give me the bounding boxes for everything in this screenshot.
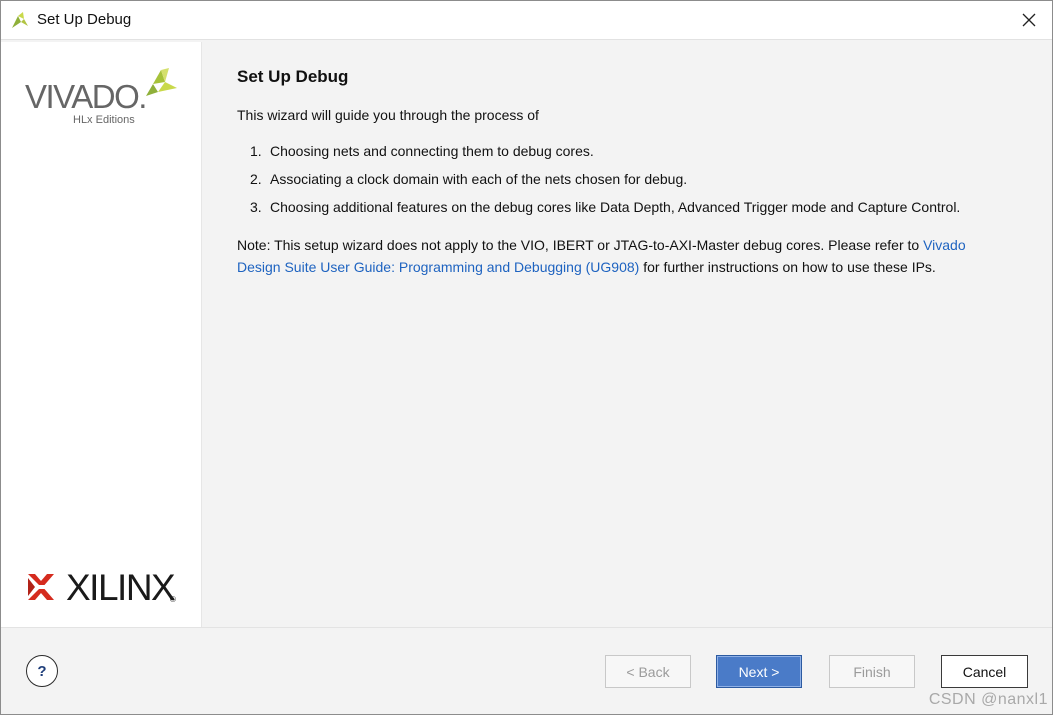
xilinx-logo: XILINX ®	[26, 567, 186, 608]
steps-list: 1. Choosing nets and connecting them to d…	[250, 143, 960, 227]
wizard-footer: ? < Back Next > Finish Cancel	[1, 627, 1052, 714]
vivado-logo-subtitle: HLx Editions	[73, 114, 135, 126]
help-button[interactable]: ?	[26, 655, 58, 687]
title-bar[interactable]: Set Up Debug	[1, 1, 1052, 40]
finish-button[interactable]: Finish	[829, 655, 915, 688]
wizard-window: Set Up Debug VIVADO. HLx Editions XILINX…	[0, 0, 1053, 715]
list-item: 3. Choosing additional features on the de…	[250, 199, 961, 215]
list-item: 2. Associating a clock domain with each o…	[250, 171, 688, 187]
back-button[interactable]: < Back	[605, 655, 691, 688]
cancel-button[interactable]: Cancel	[941, 655, 1028, 688]
xilinx-logo-word: XILINX	[66, 567, 176, 608]
window-title: Set Up Debug	[37, 11, 132, 28]
note-text: Note: This setup wizard does not apply t…	[237, 237, 966, 275]
xilinx-mark-icon	[28, 574, 54, 600]
vivado-logo: VIVADO. HLx Editions	[25, 66, 181, 132]
watermark: CSDN @nanxl1	[928, 691, 1048, 708]
wizard-content: Set Up Debug This wizard will guide you …	[202, 42, 1052, 627]
vivado-logo-word: VIVADO.	[25, 78, 147, 115]
list-item: 1. Choosing nets and connecting them to d…	[250, 143, 594, 159]
close-button[interactable]	[1006, 1, 1052, 39]
page-title: Set Up Debug	[237, 67, 349, 86]
xilinx-registered-mark: ®	[170, 595, 176, 604]
vivado-app-icon	[10, 10, 30, 30]
next-button[interactable]: Next >	[716, 655, 802, 688]
wizard-sidebar: VIVADO. HLx Editions XILINX ®	[1, 42, 202, 627]
vivado-leaf-icon	[146, 68, 177, 96]
intro-text: This wizard will guide you through the p…	[237, 107, 539, 123]
close-icon	[1022, 13, 1036, 27]
